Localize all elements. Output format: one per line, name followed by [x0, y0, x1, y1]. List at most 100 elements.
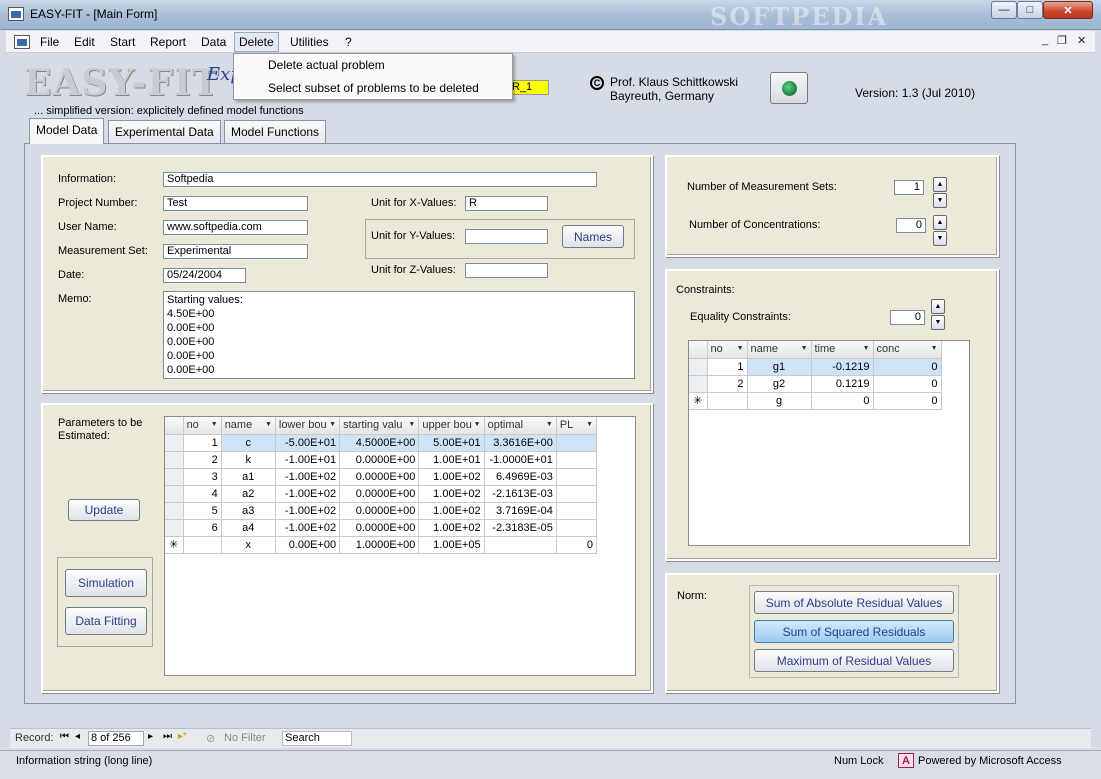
website-button[interactable] [770, 72, 808, 104]
column-header[interactable]: time ▼ [811, 341, 874, 359]
cell-time[interactable]: -0.1219 [811, 358, 874, 376]
data-fitting-button[interactable]: Data Fitting [65, 607, 147, 635]
menu-file[interactable]: File [36, 34, 63, 50]
close-button[interactable]: ✕ [1043, 1, 1093, 19]
cell-upper-bound[interactable]: 1.00E+02 [418, 519, 485, 537]
sum-absolute-residuals-button[interactable]: Sum of Absolute Residual Values [754, 591, 954, 614]
menu-utilities[interactable]: Utilities [286, 34, 333, 50]
cell-no[interactable]: 2 [707, 375, 748, 393]
cell-lower-bound[interactable]: -5.00E+01 [275, 434, 341, 452]
information-field[interactable]: Softpedia [163, 172, 597, 187]
cell-upper-bound[interactable]: 1.00E+05 [418, 536, 485, 554]
unit-x-field[interactable]: R [465, 196, 548, 211]
column-header[interactable]: upper bou ▼ [418, 417, 485, 435]
cell-starting-value[interactable]: 0.0000E+00 [339, 502, 420, 520]
cell-optimal[interactable] [484, 536, 557, 554]
cell-name[interactable]: a3 [221, 502, 276, 520]
cell-starting-value[interactable]: 0.0000E+00 [339, 451, 420, 469]
cell-lower-bound[interactable]: -1.00E+01 [275, 451, 341, 469]
cell-conc[interactable]: 0 [873, 392, 942, 410]
title-bar[interactable]: EASY-FIT - [Main Form] SOFTPEDIA — □ ✕ [0, 0, 1101, 31]
cell-lower-bound[interactable]: -1.00E+02 [275, 502, 341, 520]
concentrations-field[interactable]: 0 [896, 218, 926, 233]
table-row[interactable]: 1 c -5.00E+01 4.5000E+00 5.00E+01 3.3616… [165, 434, 598, 452]
cell-pl[interactable] [556, 468, 598, 486]
table-row[interactable]: 3 a1 -1.00E+02 0.0000E+00 1.00E+02 6.496… [165, 468, 598, 486]
cell-starting-value[interactable]: 0.0000E+00 [339, 468, 420, 486]
table-row[interactable]: 1 g1 -0.1219 0 [689, 358, 942, 376]
cell-no[interactable]: 2 [183, 451, 222, 469]
cell-optimal[interactable]: -2.3183E-05 [484, 519, 557, 537]
cell-pl[interactable] [556, 485, 598, 503]
column-header[interactable]: name ▼ [747, 341, 812, 359]
cell-name[interactable]: c [221, 434, 276, 452]
row-selector[interactable] [165, 502, 184, 520]
new-row[interactable]: ✳ g 0 0 [689, 392, 942, 410]
cell-optimal[interactable]: -1.0000E+01 [484, 451, 557, 469]
column-header[interactable]: no ▼ [707, 341, 748, 359]
cell-time[interactable]: 0.1219 [811, 375, 874, 393]
cell-upper-bound[interactable]: 1.00E+01 [418, 451, 485, 469]
menu-help[interactable]: ? [341, 34, 356, 50]
cell-name[interactable]: a1 [221, 468, 276, 486]
constraints-grid[interactable]: no ▼ name ▼ time ▼ conc ▼ 1 g1 -0.1219 0 2 [688, 340, 970, 546]
column-header[interactable]: starting valu ▼ [339, 417, 420, 435]
next-record-button[interactable]: ▸ [148, 731, 153, 742]
cell-optimal[interactable]: 3.3616E+00 [484, 434, 557, 452]
cell-no[interactable]: 5 [183, 502, 222, 520]
names-button[interactable]: Names [562, 225, 624, 248]
cell-no[interactable]: 6 [183, 519, 222, 537]
cell-starting-value[interactable]: 0.0000E+00 [339, 485, 420, 503]
table-row[interactable]: 2 g2 0.1219 0 [689, 375, 942, 393]
last-record-button[interactable]: ⏭ [163, 731, 172, 742]
column-header[interactable]: name ▼ [221, 417, 276, 435]
cell-upper-bound[interactable]: 5.00E+01 [418, 434, 485, 452]
measurement-sets-field[interactable]: 1 [894, 180, 924, 195]
cell-name[interactable]: g1 [747, 358, 812, 376]
cell-upper-bound[interactable]: 1.00E+02 [418, 502, 485, 520]
cell-starting-value[interactable]: 1.0000E+00 [339, 536, 420, 554]
first-record-button[interactable]: ⏮ [60, 731, 69, 742]
increment-button[interactable]: ▲ [933, 177, 947, 192]
delete-actual-problem-item[interactable]: Delete actual problem [268, 58, 385, 72]
decrement-button[interactable]: ▼ [933, 231, 947, 246]
menu-data[interactable]: Data [197, 34, 230, 50]
tab-model-functions[interactable]: Model Functions [224, 120, 327, 143]
app-icon[interactable] [8, 7, 24, 21]
menu-start[interactable]: Start [106, 34, 139, 50]
parameters-grid[interactable]: no ▼ name ▼ lower bou ▼ starting valu ▼ uppe… [164, 416, 636, 676]
cell-lower-bound[interactable]: 0.00E+00 [275, 536, 341, 554]
column-header[interactable]: lower bou ▼ [275, 417, 341, 435]
delete-subset-item[interactable]: Select subset of problems to be deleted [268, 81, 479, 95]
maximize-button[interactable]: □ [1017, 1, 1043, 19]
no-filter-label[interactable]: No Filter [224, 732, 266, 744]
cell-no[interactable]: 3 [183, 468, 222, 486]
table-row[interactable]: 4 a2 -1.00E+02 0.0000E+00 1.00E+02 -2.16… [165, 485, 598, 503]
cell-name[interactable]: a4 [221, 519, 276, 537]
cell-name[interactable]: k [221, 451, 276, 469]
search-input[interactable]: Search [282, 731, 352, 746]
mdi-restore-button[interactable]: ❐ [1057, 34, 1067, 47]
grid-corner[interactable] [165, 417, 184, 435]
row-selector[interactable] [165, 468, 184, 486]
measurement-set-field[interactable]: Experimental [163, 244, 308, 259]
cell-lower-bound[interactable]: -1.00E+02 [275, 468, 341, 486]
cell-pl[interactable] [556, 519, 598, 537]
sum-squared-residuals-button[interactable]: Sum of Squared Residuals [754, 620, 954, 643]
menu-edit[interactable]: Edit [70, 34, 99, 50]
cell-conc[interactable]: 0 [873, 375, 942, 393]
cell-name[interactable]: g [747, 392, 812, 410]
cell-optimal[interactable]: 3.7169E-04 [484, 502, 557, 520]
new-record-button[interactable]: ▸* [178, 731, 187, 742]
row-selector[interactable] [165, 434, 184, 452]
equality-constraints-field[interactable]: 0 [890, 310, 925, 325]
column-header[interactable]: no ▼ [183, 417, 222, 435]
maximum-residual-button[interactable]: Maximum of Residual Values [754, 649, 954, 672]
table-row[interactable]: 2 k -1.00E+01 0.0000E+00 1.00E+01 -1.000… [165, 451, 598, 469]
document-icon[interactable] [14, 35, 30, 49]
row-selector[interactable] [165, 519, 184, 537]
cell-name[interactable]: x [221, 536, 276, 554]
decrement-button[interactable]: ▼ [933, 193, 947, 208]
row-selector[interactable] [689, 358, 708, 376]
cell-upper-bound[interactable]: 1.00E+02 [418, 485, 485, 503]
